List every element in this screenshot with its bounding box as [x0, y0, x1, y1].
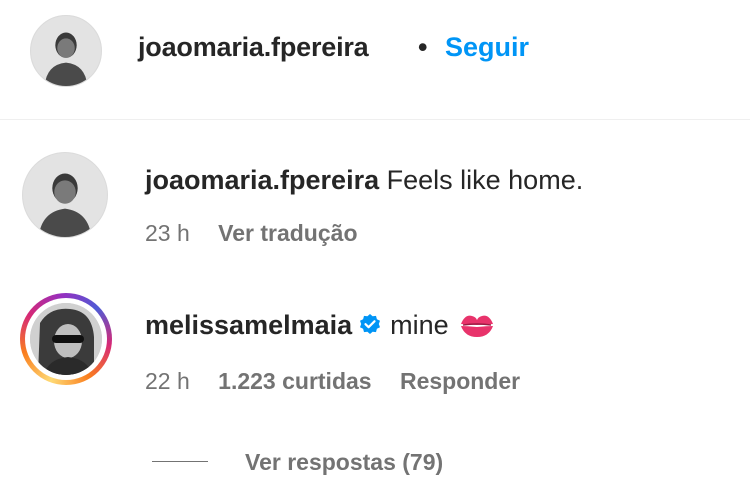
header-avatar[interactable]	[30, 15, 102, 87]
reply-button[interactable]: Responder	[400, 368, 520, 394]
comment-text-line: melissamelmaia mine	[145, 310, 495, 341]
comment-username[interactable]: joaomaria.fpereira	[145, 165, 379, 195]
replies-divider-line	[152, 461, 208, 462]
view-replies-button[interactable]: Ver respostas (79)	[245, 449, 443, 476]
comment-meta: 22 h 1.223 curtidas Responder	[145, 368, 542, 395]
separator-dot: •	[418, 32, 428, 62]
header-username[interactable]: joaomaria.fpereira	[138, 32, 369, 63]
translate-button[interactable]: Ver tradução	[218, 220, 357, 246]
comment-meta: 23 h Ver tradução	[145, 220, 380, 247]
profile-photo	[31, 16, 101, 86]
comment-time: 22 h	[145, 368, 190, 394]
kiss-mark-icon	[460, 315, 493, 337]
story-ring-avatar[interactable]	[20, 293, 112, 385]
comment-text-line: joaomaria.fpereira Feels like home.	[145, 165, 583, 196]
ring-gap	[25, 298, 107, 380]
comment-avatar[interactable]	[22, 152, 108, 238]
profile-photo	[23, 153, 107, 237]
comment-text: mine	[390, 310, 449, 340]
verified-badge-icon	[360, 314, 381, 334]
comment-text: Feels like home.	[386, 165, 584, 195]
comment-time: 23 h	[145, 220, 190, 246]
profile-photo	[30, 303, 102, 375]
header-divider	[0, 119, 750, 120]
follow-button[interactable]: Seguir	[445, 32, 529, 63]
comment-username[interactable]: melissamelmaia	[145, 310, 352, 340]
likes-count[interactable]: 1.223 curtidas	[218, 368, 371, 394]
